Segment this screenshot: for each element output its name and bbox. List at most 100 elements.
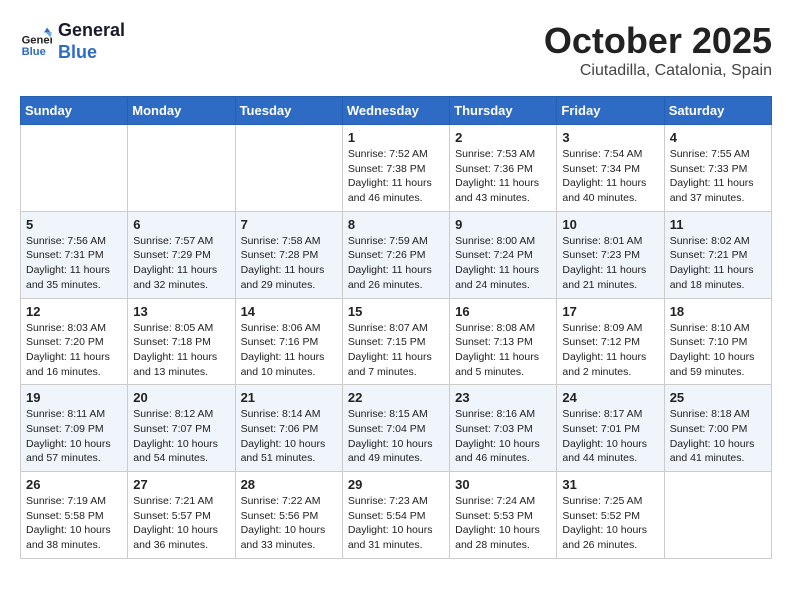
day-info: Sunrise: 7:21 AM Sunset: 5:57 PM Dayligh… — [133, 494, 229, 553]
calendar-week-row: 5 Sunrise: 7:56 AM Sunset: 7:31 PM Daylig… — [21, 211, 772, 298]
day-number: 1 — [348, 130, 444, 145]
calendar-cell: 29 Sunrise: 7:23 AM Sunset: 5:54 PM Dayli… — [342, 472, 449, 559]
calendar-cell: 16 Sunrise: 8:08 AM Sunset: 7:13 PM Dayli… — [450, 298, 557, 385]
weekday-header-tuesday: Tuesday — [235, 97, 342, 125]
svg-text:General: General — [22, 34, 52, 46]
calendar-cell: 26 Sunrise: 7:19 AM Sunset: 5:58 PM Dayli… — [21, 472, 128, 559]
day-info: Sunrise: 8:02 AM Sunset: 7:21 PM Dayligh… — [670, 234, 766, 293]
day-info: Sunrise: 8:12 AM Sunset: 7:07 PM Dayligh… — [133, 407, 229, 466]
day-info: Sunrise: 7:58 AM Sunset: 7:28 PM Dayligh… — [241, 234, 337, 293]
day-number: 7 — [241, 217, 337, 232]
calendar-cell: 23 Sunrise: 8:16 AM Sunset: 7:03 PM Dayli… — [450, 385, 557, 472]
calendar-cell: 28 Sunrise: 7:22 AM Sunset: 5:56 PM Dayli… — [235, 472, 342, 559]
logo-icon: General Blue — [20, 26, 52, 58]
calendar-cell: 14 Sunrise: 8:06 AM Sunset: 7:16 PM Dayli… — [235, 298, 342, 385]
day-number: 3 — [562, 130, 658, 145]
calendar-cell: 21Sunrise: 8:14 AM Sunset: 7:06 PM Dayli… — [235, 385, 342, 472]
calendar-cell: 24 Sunrise: 8:17 AM Sunset: 7:01 PM Dayli… — [557, 385, 664, 472]
day-info: Sunrise: 7:53 AM Sunset: 7:36 PM Dayligh… — [455, 147, 551, 206]
day-number: 18 — [670, 304, 766, 319]
svg-text:Blue: Blue — [22, 45, 46, 57]
calendar-cell: 25Sunrise: 8:18 AM Sunset: 7:00 PM Dayli… — [664, 385, 771, 472]
day-number: 2 — [455, 130, 551, 145]
day-number: 25 — [670, 390, 766, 405]
day-info: Sunrise: 8:10 AM Sunset: 7:10 PM Dayligh… — [670, 321, 766, 380]
day-number: 6 — [133, 217, 229, 232]
day-number: 30 — [455, 477, 551, 492]
day-info: Sunrise: 7:56 AM Sunset: 7:31 PM Dayligh… — [26, 234, 122, 293]
day-info: Sunrise: 8:05 AM Sunset: 7:18 PM Dayligh… — [133, 321, 229, 380]
calendar-week-row: 1 Sunrise: 7:52 AM Sunset: 7:38 PM Daylig… — [21, 125, 772, 212]
calendar-cell: 12 Sunrise: 8:03 AM Sunset: 7:20 PM Dayli… — [21, 298, 128, 385]
day-info: Sunrise: 7:22 AM Sunset: 5:56 PM Dayligh… — [241, 494, 337, 553]
calendar-cell: 9Sunrise: 8:00 AM Sunset: 7:24 PM Daylig… — [450, 211, 557, 298]
logo-line1: General — [58, 20, 125, 42]
day-info: Sunrise: 8:06 AM Sunset: 7:16 PM Dayligh… — [241, 321, 337, 380]
weekday-header-thursday: Thursday — [450, 97, 557, 125]
calendar-cell: 4Sunrise: 7:55 AM Sunset: 7:33 PM Daylig… — [664, 125, 771, 212]
day-info: Sunrise: 7:57 AM Sunset: 7:29 PM Dayligh… — [133, 234, 229, 293]
calendar-cell: 1 Sunrise: 7:52 AM Sunset: 7:38 PM Daylig… — [342, 125, 449, 212]
calendar-cell: 19Sunrise: 8:11 AM Sunset: 7:09 PM Dayli… — [21, 385, 128, 472]
title-block: October 2025 Ciutadilla, Catalonia, Spai… — [544, 20, 772, 80]
calendar-cell: 27 Sunrise: 7:21 AM Sunset: 5:57 PM Dayli… — [128, 472, 235, 559]
day-number: 27 — [133, 477, 229, 492]
calendar-cell — [235, 125, 342, 212]
day-number: 15 — [348, 304, 444, 319]
weekday-header-wednesday: Wednesday — [342, 97, 449, 125]
calendar-cell: 15 Sunrise: 8:07 AM Sunset: 7:15 PM Dayli… — [342, 298, 449, 385]
day-number: 16 — [455, 304, 551, 319]
day-info: Sunrise: 8:07 AM Sunset: 7:15 PM Dayligh… — [348, 321, 444, 380]
day-number: 14 — [241, 304, 337, 319]
day-info: Sunrise: 7:23 AM Sunset: 5:54 PM Dayligh… — [348, 494, 444, 553]
location-text: Ciutadilla, Catalonia, Spain — [544, 62, 772, 80]
day-info: Sunrise: 7:59 AM Sunset: 7:26 PM Dayligh… — [348, 234, 444, 293]
day-number: 13 — [133, 304, 229, 319]
day-info: Sunrise: 8:08 AM Sunset: 7:13 PM Dayligh… — [455, 321, 551, 380]
day-number: 22 — [348, 390, 444, 405]
day-number: 19 — [26, 390, 122, 405]
calendar-cell: 31 Sunrise: 7:25 AM Sunset: 5:52 PM Dayli… — [557, 472, 664, 559]
day-number: 10 — [562, 217, 658, 232]
calendar-cell — [664, 472, 771, 559]
day-number: 29 — [348, 477, 444, 492]
day-number: 17 — [562, 304, 658, 319]
day-number: 11 — [670, 217, 766, 232]
day-info: Sunrise: 8:16 AM Sunset: 7:03 PM Dayligh… — [455, 407, 551, 466]
day-number: 12 — [26, 304, 122, 319]
day-number: 21 — [241, 390, 337, 405]
calendar-table: SundayMondayTuesdayWednesdayThursdayFrid… — [20, 96, 772, 559]
weekday-header-row: SundayMondayTuesdayWednesdayThursdayFrid… — [21, 97, 772, 125]
day-number: 4 — [670, 130, 766, 145]
day-info: Sunrise: 7:52 AM Sunset: 7:38 PM Dayligh… — [348, 147, 444, 206]
calendar-cell: 7 Sunrise: 7:58 AM Sunset: 7:28 PM Daylig… — [235, 211, 342, 298]
calendar-cell: 5 Sunrise: 7:56 AM Sunset: 7:31 PM Daylig… — [21, 211, 128, 298]
day-number: 26 — [26, 477, 122, 492]
day-info: Sunrise: 8:01 AM Sunset: 7:23 PM Dayligh… — [562, 234, 658, 293]
logo-line2: Blue — [58, 42, 125, 64]
day-number: 23 — [455, 390, 551, 405]
day-number: 28 — [241, 477, 337, 492]
day-number: 9 — [455, 217, 551, 232]
weekday-header-saturday: Saturday — [664, 97, 771, 125]
calendar-cell: 10 Sunrise: 8:01 AM Sunset: 7:23 PM Dayli… — [557, 211, 664, 298]
calendar-cell: 13 Sunrise: 8:05 AM Sunset: 7:18 PM Dayli… — [128, 298, 235, 385]
calendar-cell — [128, 125, 235, 212]
day-info: Sunrise: 7:25 AM Sunset: 5:52 PM Dayligh… — [562, 494, 658, 553]
day-info: Sunrise: 7:54 AM Sunset: 7:34 PM Dayligh… — [562, 147, 658, 206]
calendar-week-row: 19Sunrise: 8:11 AM Sunset: 7:09 PM Dayli… — [21, 385, 772, 472]
day-info: Sunrise: 7:19 AM Sunset: 5:58 PM Dayligh… — [26, 494, 122, 553]
day-number: 24 — [562, 390, 658, 405]
day-info: Sunrise: 8:17 AM Sunset: 7:01 PM Dayligh… — [562, 407, 658, 466]
weekday-header-friday: Friday — [557, 97, 664, 125]
calendar-cell: 22Sunrise: 8:15 AM Sunset: 7:04 PM Dayli… — [342, 385, 449, 472]
calendar-week-row: 26 Sunrise: 7:19 AM Sunset: 5:58 PM Dayli… — [21, 472, 772, 559]
day-number: 31 — [562, 477, 658, 492]
day-number: 5 — [26, 217, 122, 232]
calendar-week-row: 12 Sunrise: 8:03 AM Sunset: 7:20 PM Dayli… — [21, 298, 772, 385]
weekday-header-sunday: Sunday — [21, 97, 128, 125]
day-info: Sunrise: 8:03 AM Sunset: 7:20 PM Dayligh… — [26, 321, 122, 380]
month-title: October 2025 — [544, 20, 772, 62]
calendar-cell — [21, 125, 128, 212]
calendar-cell: 17Sunrise: 8:09 AM Sunset: 7:12 PM Dayli… — [557, 298, 664, 385]
